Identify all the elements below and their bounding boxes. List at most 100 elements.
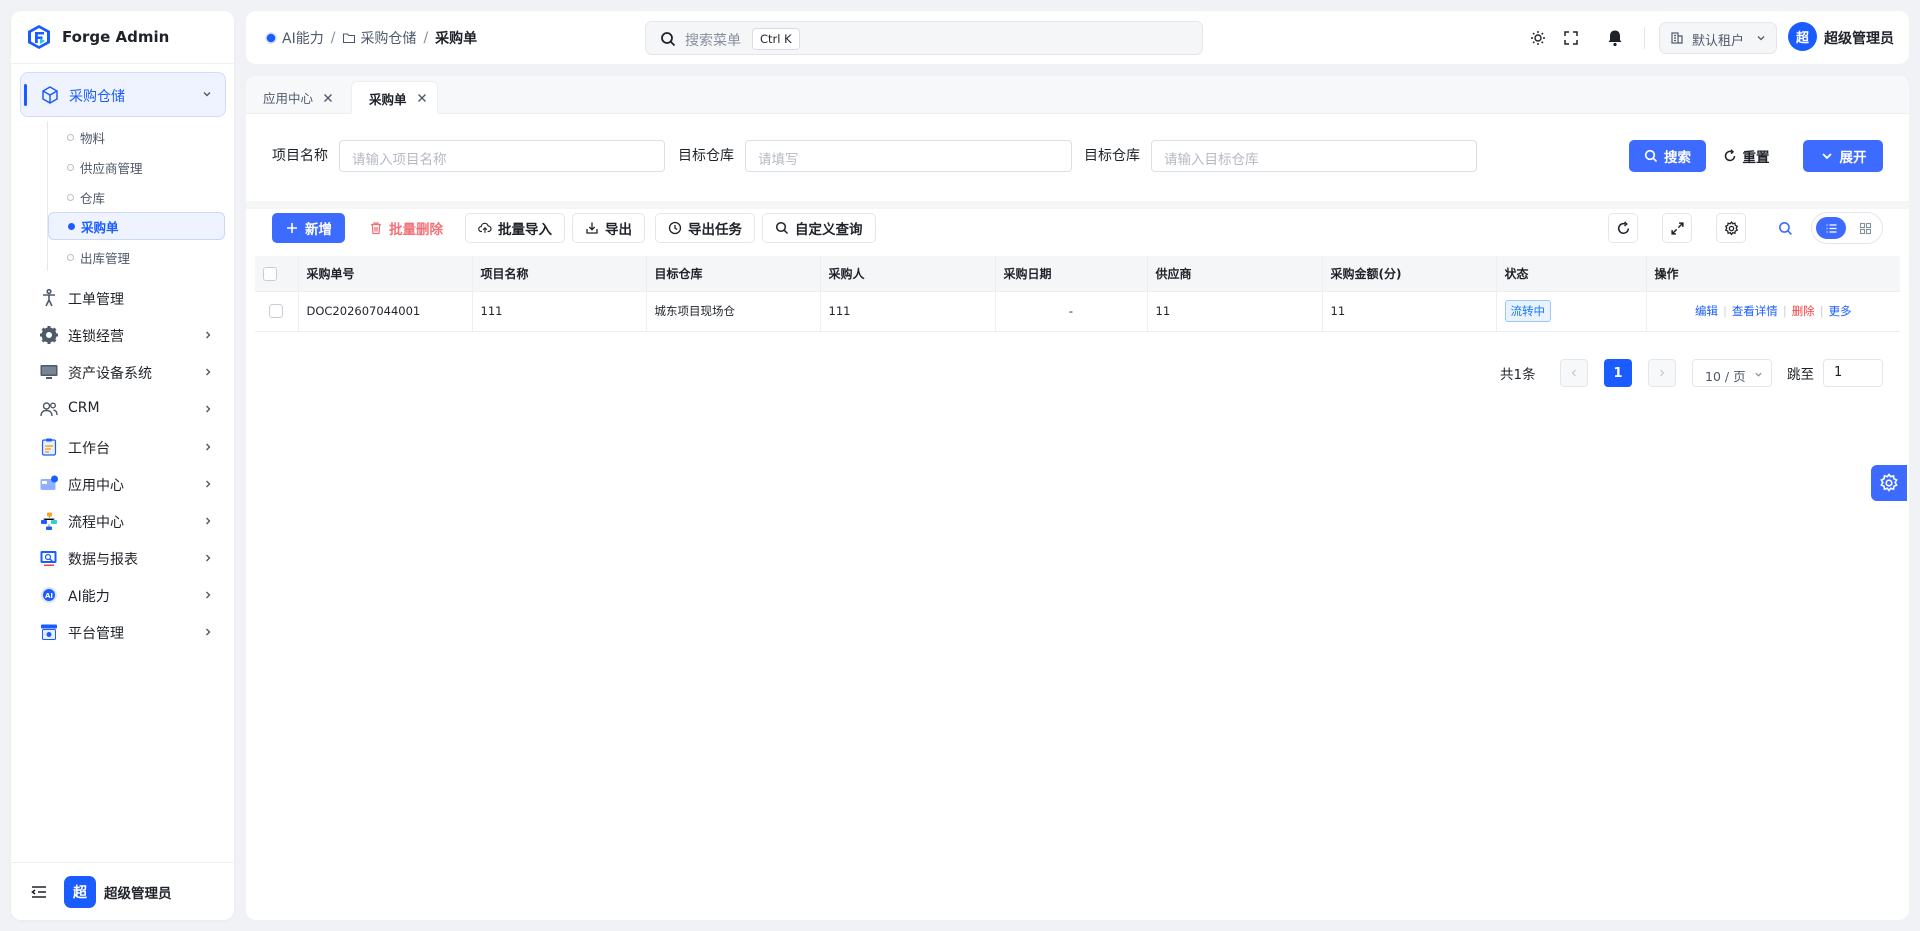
clipboard-icon <box>41 438 57 456</box>
export-button[interactable]: 导出 <box>572 213 645 243</box>
main-content: 应用中心 采购单 项目名称 请输入项目名称 目标仓库 请填写 目标仓库 请输入目… <box>246 76 1909 920</box>
button-label: 导出任务 <box>688 222 742 238</box>
prev-page-button[interactable] <box>1560 359 1588 387</box>
sidebar-item-label: CRM <box>68 400 100 416</box>
ai-icon <box>265 32 277 44</box>
folder-icon <box>343 33 356 44</box>
breadcrumb-current: 采购单 <box>435 31 478 47</box>
breadcrumb-item[interactable]: AI能力 <box>282 28 324 48</box>
target-warehouse-input-2[interactable]: 请输入目标仓库 <box>1151 140 1477 172</box>
sidebar-item-platform[interactable]: 平台管理 <box>20 614 226 650</box>
button-label: 自定义查询 <box>795 222 863 238</box>
more-link[interactable]: 更多 <box>1829 304 1852 318</box>
sidebar-item-workbench[interactable]: 工作台 <box>20 429 226 465</box>
user-avatar[interactable]: 超 <box>1788 22 1817 51</box>
grid-icon <box>1859 222 1871 234</box>
close-icon[interactable] <box>417 93 427 103</box>
sidebar-item-label: 工单管理 <box>68 292 124 308</box>
chevron-right-icon <box>206 443 211 451</box>
brand[interactable]: Forge Admin <box>11 11 234 64</box>
menu-search-input[interactable]: 搜索菜单 Ctrl K <box>645 21 1203 55</box>
edit-link[interactable]: 编辑 <box>1695 304 1718 318</box>
bullet-icon <box>67 163 74 171</box>
fullscreen-icon[interactable] <box>1562 29 1580 47</box>
input-placeholder: 请填写 <box>758 152 799 168</box>
settings-drawer-button[interactable] <box>1871 465 1907 501</box>
custom-query-button[interactable]: 自定义查询 <box>762 213 876 243</box>
sidebar-item-materials[interactable]: 物料 <box>48 123 225 151</box>
delete-link[interactable]: 删除 <box>1792 304 1815 318</box>
export-task-button[interactable]: 导出任务 <box>655 213 755 243</box>
column-settings-button[interactable] <box>1716 213 1746 243</box>
next-page-button[interactable] <box>1648 359 1676 387</box>
breadcrumb-item[interactable]: 采购仓储 <box>360 28 416 48</box>
sidebar-item-outbound[interactable]: 出库管理 <box>48 243 225 271</box>
project-name-input[interactable]: 请输入项目名称 <box>339 140 665 172</box>
column-header[interactable]: 项目名称 <box>472 256 647 292</box>
top-header: AI能力 / 采购仓储 / 采购单 搜索菜单 Ctrl K 默认租户 超 超级管… <box>246 11 1909 64</box>
app-icon <box>40 475 58 490</box>
card-view-button[interactable] <box>1850 217 1880 239</box>
tab-bar: 应用中心 采购单 <box>246 76 1909 114</box>
sidebar-item-purchase-order[interactable]: 采购单 <box>48 212 225 240</box>
avatar[interactable]: 超 <box>64 876 96 908</box>
sidebar-item-label: 采购单 <box>81 219 119 235</box>
breadcrumb-separator: / <box>330 30 336 46</box>
close-icon[interactable] <box>323 93 333 103</box>
sidebar-item-work-orders[interactable]: 工单管理 <box>20 280 226 316</box>
sidebar-item-warehouse[interactable]: 仓库 <box>48 183 225 211</box>
sidebar-item-label: 应用中心 <box>68 478 124 494</box>
sidebar-item-app-center[interactable]: 应用中心 <box>20 466 226 502</box>
sidebar-item-label: 仓库 <box>80 190 106 206</box>
sidebar-item-chain-ops[interactable]: 连锁经营 <box>20 317 226 353</box>
sidebar-item-ai[interactable]: AI AI能力 <box>20 577 226 613</box>
column-header[interactable]: 目标仓库 <box>646 256 821 292</box>
reset-button[interactable]: 重置 <box>1716 140 1776 172</box>
sidebar-item-process-center[interactable]: 流程中心 <box>20 503 226 539</box>
pagination-total: 共1条 <box>1500 367 1536 383</box>
button-label: 新增 <box>305 222 332 238</box>
user-name[interactable]: 超级管理员 <box>1824 28 1894 48</box>
list-view-button[interactable] <box>1816 217 1846 239</box>
ai-icon: AI <box>41 587 57 603</box>
refresh-table-button[interactable] <box>1608 213 1638 243</box>
tab-purchase-order[interactable]: 采购单 <box>351 81 438 114</box>
trash-icon <box>371 222 381 235</box>
search-button[interactable]: 搜索 <box>1629 140 1706 172</box>
sidebar-item-assets[interactable]: 资产设备系统 <box>20 354 226 390</box>
tab-app-center[interactable]: 应用中心 <box>246 81 343 114</box>
select-all-checkbox[interactable] <box>263 266 277 281</box>
column-header[interactable]: 供应商 <box>1147 256 1323 292</box>
page-size-select[interactable]: 10 / 页 <box>1692 359 1772 387</box>
sidebar-item-label: 数据与报表 <box>68 552 138 568</box>
status-badge: 流转中 <box>1504 300 1551 322</box>
sidebar-group-purchase-warehouse[interactable]: 采购仓储 <box>20 72 226 117</box>
page-number-current[interactable]: 1 <box>1604 359 1632 387</box>
sidebar-item-data-reports[interactable]: 数据与报表 <box>20 540 226 576</box>
collapse-sidebar-icon[interactable] <box>30 883 48 901</box>
fullscreen-table-button[interactable] <box>1662 213 1692 243</box>
tenant-select[interactable]: 默认租户 <box>1659 22 1777 54</box>
chevron-down-icon <box>1755 372 1762 377</box>
column-header[interactable]: 采购日期 <box>995 256 1148 292</box>
view-detail-link[interactable]: 查看详情 <box>1732 304 1778 318</box>
column-header[interactable]: 采购人 <box>820 256 996 292</box>
toggle-search-button[interactable] <box>1770 213 1800 243</box>
chevron-down-icon <box>1821 153 1832 160</box>
batch-delete-button[interactable]: 批量删除 <box>357 213 455 243</box>
bell-icon[interactable] <box>1606 29 1624 47</box>
jump-page-input[interactable]: 1 <box>1823 359 1883 387</box>
expand-button[interactable]: 展开 <box>1803 140 1883 172</box>
sidebar-item-crm[interactable]: CRM <box>20 391 226 427</box>
add-button[interactable]: 新增 <box>272 213 345 243</box>
row-checkbox[interactable] <box>269 304 284 319</box>
app-name: Forge Admin <box>62 28 170 46</box>
column-header[interactable]: 状态 <box>1496 256 1647 292</box>
batch-import-button[interactable]: 批量导入 <box>465 213 565 243</box>
column-header[interactable]: 采购单号 <box>298 256 473 292</box>
sidebar: Forge Admin 采购仓储 物料 供应商管理 仓库 采购单 出库管理 工单… <box>11 11 234 920</box>
target-warehouse-input[interactable]: 请填写 <box>745 140 1072 172</box>
column-header[interactable]: 采购金额(分) <box>1322 256 1497 292</box>
sun-icon[interactable] <box>1529 29 1547 47</box>
sidebar-item-suppliers[interactable]: 供应商管理 <box>48 153 225 181</box>
